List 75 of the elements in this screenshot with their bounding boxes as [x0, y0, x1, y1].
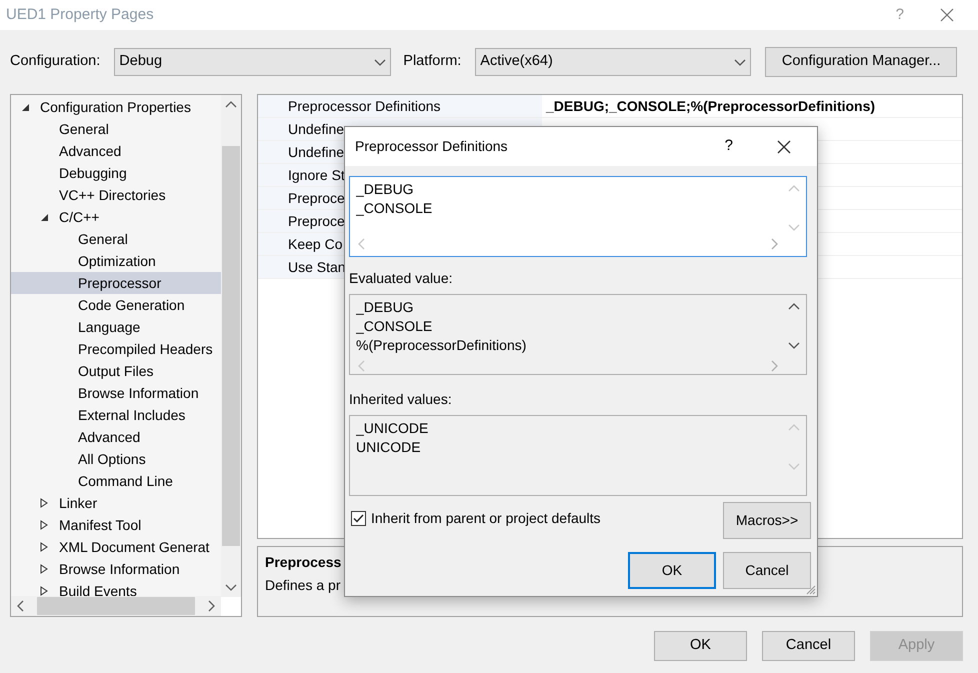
chevron-down-icon [374, 58, 386, 66]
tree-item[interactable]: Preprocessor [11, 272, 221, 294]
dropdown-value: Debug [119, 52, 162, 72]
dialog-button[interactable]: OK [628, 552, 716, 589]
dialog-button[interactable]: Cancel [723, 552, 811, 589]
field-label: Configuration: [10, 52, 100, 72]
property-value: _DEBUG;_CONSOLE;%(PreprocessorDefinitions) [544, 96, 876, 116]
tree-item[interactable]: Linker [11, 492, 221, 514]
dialog-button[interactable]: Cancel [762, 631, 855, 661]
tree-item[interactable]: Language [11, 316, 221, 338]
inherited-values-box[interactable]: _UNICODE UNICODE [349, 415, 807, 496]
checkbox-label[interactable]: Inherit from parent or project defaults [371, 508, 601, 529]
dropdown-value: Active(x64) [480, 52, 553, 72]
scrollbar-thumb[interactable] [222, 146, 240, 546]
tree-item[interactable]: Configuration Properties [11, 96, 221, 118]
tree-item[interactable]: Code Generation [11, 294, 221, 316]
field-label: Platform: [403, 52, 462, 72]
chevron-right-icon [771, 238, 778, 250]
evaluated-value-box[interactable]: _DEBUG _CONSOLE %(PreprocessorDefinitions) [349, 294, 807, 375]
chevron-down-icon [225, 584, 237, 591]
tree-item[interactable]: Build Events [11, 580, 221, 597]
dropdown[interactable]: Active(x64) [475, 48, 752, 76]
chevron-left-icon [17, 600, 24, 612]
chevron-up-icon [225, 101, 237, 108]
close-icon[interactable] [777, 140, 791, 154]
tree-item[interactable]: General [11, 118, 221, 140]
chevron-left-icon [358, 360, 365, 372]
dialog-button[interactable]: OK [654, 631, 747, 661]
tree-item[interactable]: Advanced [11, 426, 221, 448]
chevron-up-icon [788, 424, 800, 431]
chevron-left-icon [358, 238, 365, 250]
chevron-down-icon [734, 58, 746, 66]
section-label: Inherited values: [349, 390, 453, 409]
tree-item[interactable]: VC++ Directories [11, 184, 221, 206]
checkbox[interactable] [351, 511, 366, 526]
tree-item[interactable]: Command Line [11, 470, 221, 492]
tree-item[interactable]: Manifest Tool [11, 514, 221, 536]
tree-item[interactable]: Debugging [11, 162, 221, 184]
chevron-down-icon [788, 224, 800, 231]
resize-grip-icon [806, 585, 816, 595]
tree-item[interactable]: Optimization [11, 250, 221, 272]
tree-item[interactable]: Output Files [11, 360, 221, 382]
tree-item[interactable]: General [11, 228, 221, 250]
tree-item[interactable]: External Includes [11, 404, 221, 426]
text-line: %(PreprocessorDefinitions) [356, 336, 526, 355]
text-line: UNICODE [356, 438, 421, 457]
tree-item[interactable]: Browse Information [11, 382, 221, 404]
tree-item[interactable]: C/C++ [11, 206, 221, 228]
scrollbar-thumb[interactable] [37, 597, 195, 615]
vertical-scrollbar[interactable] [221, 95, 241, 597]
text-line: _UNICODE [356, 419, 428, 438]
window-title: UED1 Property Pages [6, 4, 154, 25]
configuration-manager-button[interactable]: Configuration Manager... [765, 47, 958, 77]
chevron-up-icon [788, 185, 800, 192]
dropdown[interactable]: Debug [114, 48, 392, 76]
definitions-input[interactable]: _DEBUG _CONSOLE [349, 176, 807, 257]
tree-item[interactable]: Advanced [11, 140, 221, 162]
chevron-down-icon [788, 463, 800, 470]
macros-button[interactable]: Macros>> [723, 502, 811, 539]
chevron-right-icon [771, 360, 778, 372]
text-line: _CONSOLE [356, 317, 432, 336]
checkmark-icon [353, 514, 364, 523]
text-line: _DEBUG [356, 298, 414, 317]
horizontal-scrollbar[interactable] [11, 596, 221, 616]
tree-item[interactable]: Browse Information [11, 558, 221, 580]
property-name: Preprocessor Definitions [258, 95, 542, 117]
description-text: Defines a pr [265, 576, 340, 595]
tree-item[interactable]: All Options [11, 448, 221, 470]
description-title: Preprocess [265, 553, 342, 572]
chevron-down-icon [788, 342, 800, 349]
tree-item[interactable]: XML Document Generat [11, 536, 221, 558]
chevron-up-icon [788, 303, 800, 310]
tree-item[interactable]: Precompiled Headers [11, 338, 221, 360]
chevron-right-icon [208, 600, 215, 612]
help-button[interactable]: ? [724, 135, 733, 158]
